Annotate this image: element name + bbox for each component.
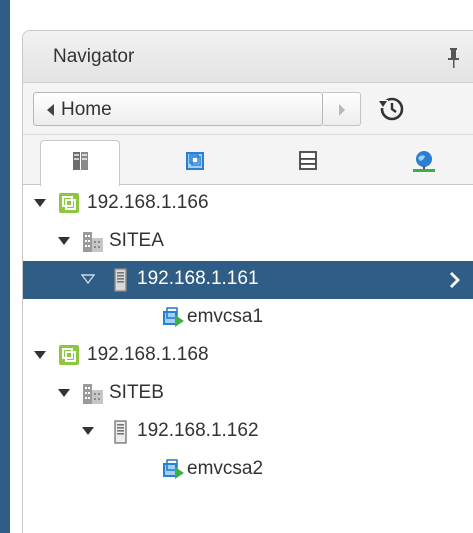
navigator-panel: Navigator Home 192.168.1.166 SITEA 192.1… bbox=[22, 30, 473, 533]
tree-item-host-161[interactable]: 192.168.1.161 bbox=[23, 261, 473, 299]
tab-vms-and-templates[interactable] bbox=[154, 140, 234, 185]
expanded-triangle-icon[interactable] bbox=[81, 274, 95, 284]
tree-item-label: 192.168.1.166 bbox=[87, 192, 209, 213]
inventory-tab-bar bbox=[23, 135, 473, 186]
panel-header: Navigator bbox=[23, 31, 473, 83]
expanded-triangle-icon[interactable] bbox=[81, 426, 95, 436]
tree-item-vcenter-166[interactable]: 192.168.1.166 bbox=[23, 185, 473, 223]
expanded-triangle-icon[interactable] bbox=[33, 198, 47, 208]
forward-button[interactable] bbox=[323, 92, 361, 126]
left-border-strip bbox=[0, 0, 10, 533]
host-icon bbox=[114, 268, 127, 292]
vcenter-icon bbox=[59, 345, 79, 365]
tree-item-vm-emvcsa1[interactable]: emvcsa1 bbox=[23, 299, 473, 337]
pin-icon[interactable] bbox=[443, 46, 463, 70]
expanded-triangle-icon[interactable] bbox=[57, 388, 71, 398]
navigator-window: Navigator Home 192.168.1.166 SITEA 192.1… bbox=[0, 0, 473, 533]
tree-item-label: emvcsa1 bbox=[187, 306, 264, 327]
back-arrow-icon bbox=[47, 104, 54, 116]
tree-item-datacenter-sitea[interactable]: SITEA bbox=[23, 223, 473, 261]
vm-powered-on-icon bbox=[163, 459, 184, 479]
tab-storage[interactable] bbox=[268, 140, 348, 185]
inventory-tree: 192.168.1.166 SITEA 192.168.1.161 emvcsa… bbox=[23, 185, 473, 533]
history-icon[interactable] bbox=[376, 94, 406, 124]
chevron-right-icon[interactable] bbox=[449, 271, 461, 289]
panel-title: Navigator bbox=[53, 46, 135, 67]
vms-templates-icon bbox=[186, 152, 204, 170]
networking-icon bbox=[413, 151, 435, 172]
storage-icon bbox=[299, 151, 317, 170]
tree-item-label: SITEA bbox=[109, 230, 164, 251]
expanded-triangle-icon[interactable] bbox=[33, 350, 47, 360]
hosts-clusters-icon bbox=[73, 152, 88, 170]
forward-arrow-icon bbox=[339, 104, 345, 116]
datacenter-icon bbox=[83, 384, 103, 404]
tree-item-label: SITEB bbox=[109, 382, 164, 403]
vm-powered-on-icon bbox=[163, 307, 184, 327]
expanded-triangle-icon[interactable] bbox=[57, 236, 71, 246]
home-label: Home bbox=[61, 99, 112, 120]
tree-item-label: 192.168.1.162 bbox=[137, 420, 259, 441]
host-icon bbox=[114, 420, 127, 444]
history-nav-bar: Home bbox=[23, 83, 473, 135]
tab-networking[interactable] bbox=[382, 140, 462, 185]
tree-item-host-162[interactable]: 192.168.1.162 bbox=[23, 413, 473, 451]
datacenter-icon bbox=[83, 232, 103, 252]
tree-item-label: emvcsa2 bbox=[187, 458, 264, 479]
tree-item-datacenter-siteb[interactable]: SITEB bbox=[23, 375, 473, 413]
home-back-button[interactable]: Home bbox=[33, 92, 323, 126]
tab-hosts-and-clusters[interactable] bbox=[40, 140, 120, 186]
tree-item-vcenter-168[interactable]: 192.168.1.168 bbox=[23, 337, 473, 375]
tree-item-vm-emvcsa2[interactable]: emvcsa2 bbox=[23, 451, 473, 489]
tree-item-label: 192.168.1.168 bbox=[87, 344, 209, 365]
vcenter-icon bbox=[59, 193, 79, 213]
tree-item-label: 192.168.1.161 bbox=[137, 268, 259, 289]
